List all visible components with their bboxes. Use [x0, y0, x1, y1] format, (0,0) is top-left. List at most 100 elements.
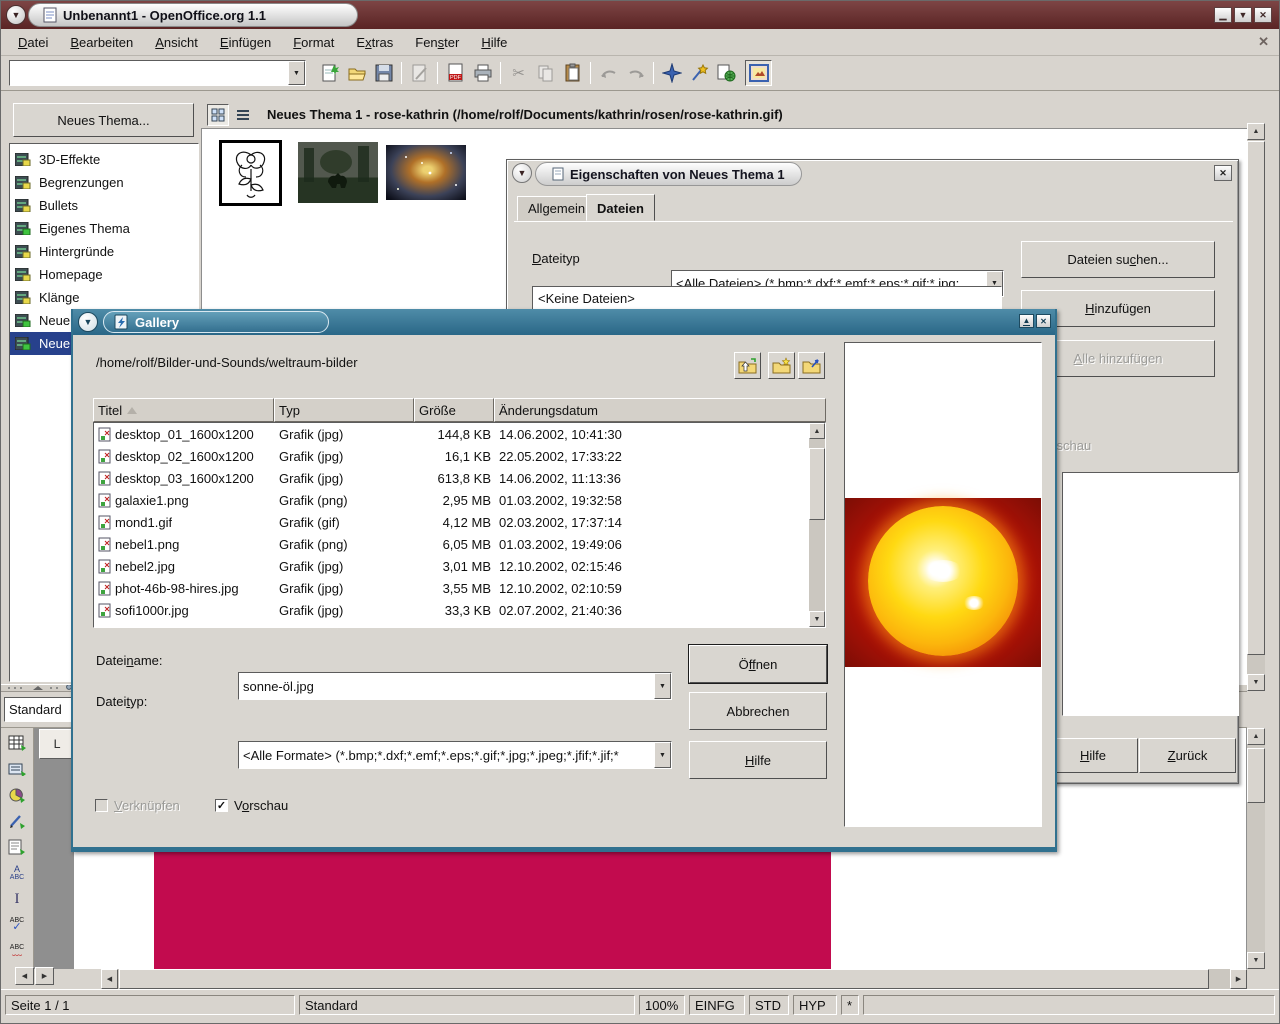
minimize-button[interactable]: ▁	[1214, 7, 1232, 23]
open-icon[interactable]	[343, 60, 370, 86]
doc-scroll-up-icon[interactable]: ▲	[1247, 728, 1265, 745]
autospellcheck-icon[interactable]: ABC﹏	[4, 938, 30, 964]
list-scroll-down-icon[interactable]: ▼	[809, 611, 825, 627]
cancel-button[interactable]: Abbrechen	[689, 692, 827, 730]
tab-type-button[interactable]: L	[39, 729, 75, 759]
window-menu-button[interactable]: ▼	[6, 5, 26, 25]
new-document-icon[interactable]	[316, 60, 343, 86]
status-insert-mode[interactable]: EINFG	[689, 995, 745, 1015]
properties-help-button[interactable]: Hilfe	[1048, 738, 1138, 773]
doc-scroll-right-icon[interactable]: ▶	[1230, 969, 1247, 989]
status-hyperlink-mode[interactable]: HYP	[793, 995, 837, 1015]
file-dialog-menu-button[interactable]: ▼	[78, 312, 98, 332]
file-row[interactable]: desktop_03_1600x1200Grafik (jpg)613,8 KB…	[94, 467, 825, 489]
file-dialog-help-button[interactable]: Hilfe	[689, 741, 827, 779]
properties-close-button[interactable]: ✕	[1214, 165, 1232, 181]
column-aenderungsdatum[interactable]: Änderungsdatum	[494, 398, 826, 422]
menubar-close-icon[interactable]: ✕	[1258, 34, 1269, 50]
toolbar-scroll-left-icon[interactable]: ◀	[15, 967, 34, 985]
paste-icon[interactable]	[559, 60, 586, 86]
gallery-scrollbar-thumb[interactable]	[1247, 141, 1265, 655]
gallery-scroll-up-icon[interactable]: ▲	[1247, 123, 1265, 140]
dialog-menu-button[interactable]: ▼	[512, 163, 532, 183]
find-files-button[interactable]: Dateien suchen...	[1021, 241, 1215, 278]
shade-button[interactable]: ▲	[1019, 314, 1034, 328]
insert-form-icon[interactable]	[4, 834, 30, 860]
doc-hscrollbar-thumb[interactable]	[119, 969, 1209, 989]
undo-icon[interactable]	[595, 60, 622, 86]
file-row[interactable]: nebel2.jpgGrafik (jpg)3,01 MB12.10.2002,…	[94, 555, 825, 577]
filetype-combobox[interactable]: <Alle Formate> (*.bmp;*.dxf;*.emf;*.eps;…	[238, 741, 672, 769]
status-selection-mode[interactable]: STD	[749, 995, 789, 1015]
file-row[interactable]: galaxie1.pngGrafik (png)2,95 MB01.03.200…	[94, 489, 825, 511]
up-one-level-icon[interactable]	[734, 352, 761, 379]
theme-item-klaenge[interactable]: Klänge	[10, 286, 198, 309]
menu-einfuegen[interactable]: Einfügen	[209, 31, 282, 54]
theme-item-hintergruende[interactable]: Hintergründe	[10, 240, 198, 263]
new-directory-icon[interactable]	[768, 352, 795, 379]
navigator-icon[interactable]	[658, 60, 685, 86]
filename-combobox[interactable]: sonne-öl.jpg ▼	[238, 672, 672, 700]
file-row[interactable]: desktop_01_1600x1200Grafik (jpg)144,8 KB…	[94, 423, 825, 445]
back-button[interactable]: Zurück	[1139, 738, 1236, 773]
insert-chart-icon[interactable]	[4, 782, 30, 808]
document-vscrollbar[interactable]: ▲ ▼	[1247, 728, 1265, 969]
menu-format[interactable]: Format	[282, 31, 345, 54]
theme-item-bullets[interactable]: Bullets	[10, 194, 198, 217]
link-checkbox[interactable]	[95, 799, 108, 812]
file-row[interactable]: desktop_02_1600x1200Grafik (jpg)16,1 KB2…	[94, 445, 825, 467]
file-list-scrollbar[interactable]: ▲ ▼	[809, 423, 825, 627]
open-button[interactable]: Öffnen	[689, 645, 827, 683]
theme-item-3d-effekte[interactable]: 3D-Effekte	[10, 148, 198, 171]
theme-item-begrenzungen[interactable]: Begrenzungen	[10, 171, 198, 194]
file-dialog-close-button[interactable]: ✕	[1036, 314, 1051, 328]
menu-extras[interactable]: Extras	[345, 31, 404, 54]
maximize-button[interactable]: ▼	[1234, 7, 1252, 23]
url-combobox[interactable]: ▼	[9, 60, 306, 86]
export-pdf-icon[interactable]: PDF	[442, 60, 469, 86]
insert-index-icon[interactable]: AABC	[4, 860, 30, 886]
file-row[interactable]: mond1.gifGrafik (gif)4,12 MB02.03.2002, …	[94, 511, 825, 533]
hyperlink-icon[interactable]	[712, 60, 739, 86]
edit-file-icon[interactable]	[406, 60, 433, 86]
column-titel[interactable]: Titel	[93, 398, 274, 422]
thumbnail-nebula[interactable]	[386, 145, 466, 200]
draw-functions-icon[interactable]	[4, 808, 30, 834]
status-page-style[interactable]: Standard	[299, 995, 635, 1015]
file-list[interactable]: desktop_01_1600x1200Grafik (jpg)144,8 KB…	[93, 422, 826, 628]
column-groesse[interactable]: Größe	[414, 398, 494, 422]
status-zoom[interactable]: 100%	[639, 995, 685, 1015]
spellcheck-icon[interactable]: ABC✓	[4, 912, 30, 938]
toolbar-scroll-right-icon[interactable]: ▶	[35, 967, 54, 985]
icon-view-icon[interactable]	[207, 104, 229, 126]
gallery-scroll-down-icon[interactable]: ▼	[1247, 674, 1265, 691]
file-row[interactable]: phot-46b-98-hires.jpgGrafik (jpg)3,55 MB…	[94, 577, 825, 599]
thumbnail-rose-selected[interactable]	[219, 140, 282, 206]
column-typ[interactable]: Typ	[274, 398, 414, 422]
tab-allgemein[interactable]: Allgemein	[517, 196, 596, 221]
menu-ansicht[interactable]: Ansicht	[144, 31, 209, 54]
doc-scroll-down-icon[interactable]: ▼	[1247, 952, 1265, 969]
cut-icon[interactable]: ✂	[505, 60, 532, 86]
file-dialog-titlebar[interactable]: ▼ Gallery ▲ ✕	[73, 309, 1055, 335]
copy-icon[interactable]	[532, 60, 559, 86]
url-input[interactable]	[10, 66, 288, 81]
menu-hilfe[interactable]: Hilfe	[470, 31, 518, 54]
redo-icon[interactable]	[622, 60, 649, 86]
url-dropdown-arrow-icon[interactable]: ▼	[288, 61, 305, 85]
preview-checkbox[interactable]: ✓	[215, 799, 228, 812]
new-theme-button[interactable]: Neues Thema...	[13, 103, 194, 137]
doc-scroll-left-icon[interactable]: ◀	[101, 969, 118, 989]
menu-fenster[interactable]: Fenster	[404, 31, 470, 54]
file-row[interactable]: sofi1000r.jpgGrafik (jpg)33,3 KB02.07.20…	[94, 599, 825, 621]
file-row[interactable]: nebel1.pngGrafik (png)6,05 MB01.03.2002,…	[94, 533, 825, 555]
stylist-icon[interactable]	[685, 60, 712, 86]
filetype-arrow-icon[interactable]: ▼	[654, 742, 671, 768]
doc-scrollbar-thumb[interactable]	[1247, 748, 1265, 803]
detail-view-icon[interactable]	[232, 104, 254, 126]
document-hscrollbar[interactable]: ◀ ▶	[101, 969, 1247, 989]
insert-fields-icon[interactable]: I	[4, 886, 30, 912]
title-pill[interactable]: Unbenannt1 - OpenOffice.org 1.1	[28, 3, 358, 27]
default-directory-icon[interactable]	[798, 352, 825, 379]
filename-arrow-icon[interactable]: ▼	[654, 673, 671, 699]
